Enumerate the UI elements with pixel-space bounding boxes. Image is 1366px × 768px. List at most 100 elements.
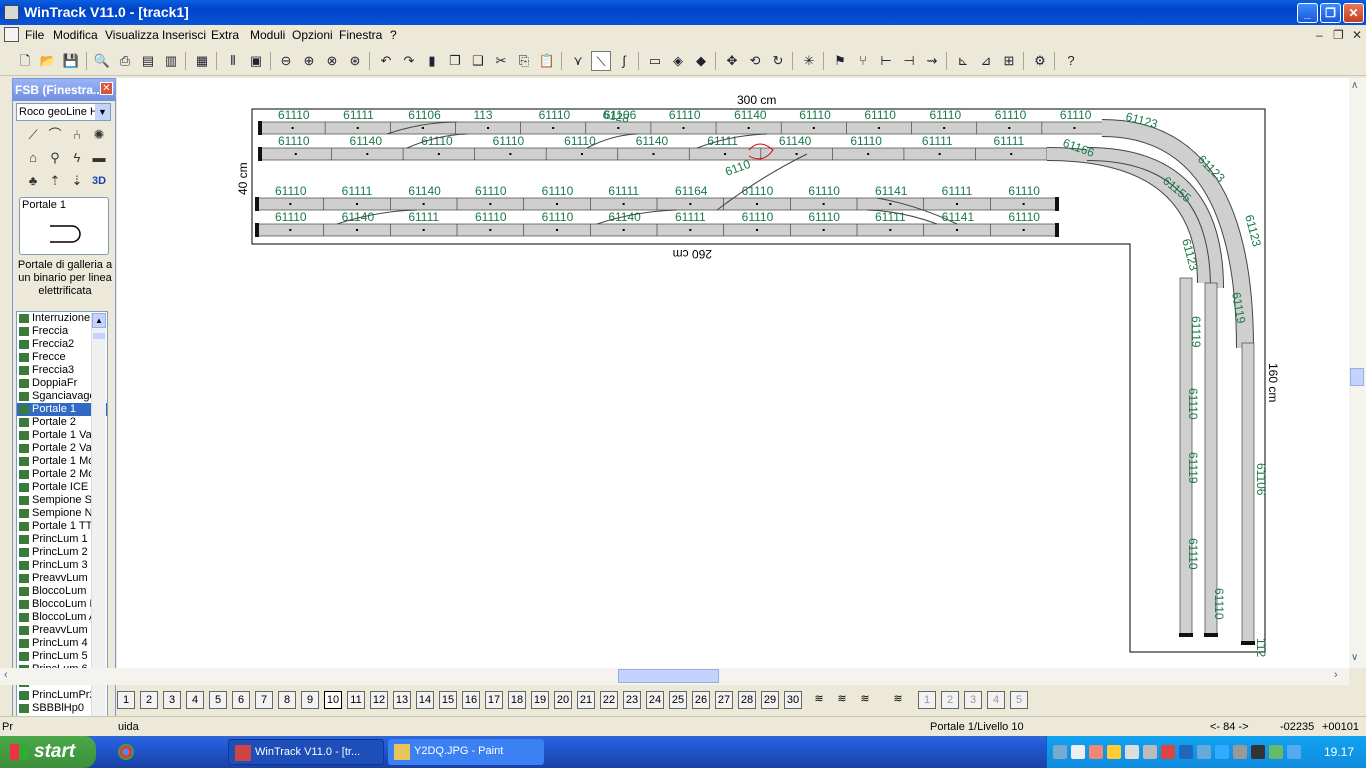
tree-icon[interactable]: ♣ [23,171,43,191]
level-button[interactable]: 12 [370,691,388,709]
layout-canvas[interactable]: 61110 61111 61106 113 61110 61106 61110 61140 61… [117,78,1350,669]
level-button[interactable]: 18 [508,691,526,709]
branch-icon[interactable]: ⑂ [853,51,873,71]
start-button[interactable]: start [0,736,96,768]
export-icon[interactable]: ▥ [161,51,181,71]
extra-level-button[interactable]: 3 [964,691,982,709]
chrome-icon[interactable] [118,744,134,760]
document-icon[interactable] [4,27,19,42]
move-icon[interactable]: ✥ [722,51,742,71]
parts-list-icon[interactable]: ▮ [422,51,442,71]
level-button[interactable]: 19 [531,691,549,709]
zoom-out-icon[interactable]: ⊖ [276,51,296,71]
turnout-icon[interactable]: ⑃ [67,125,87,145]
scroll-thumb[interactable] [93,333,105,339]
mdi-minimize-button[interactable]: – [1316,28,1323,42]
ruler-icon[interactable]: ⊿ [976,51,996,71]
paste-icon[interactable]: 📋 [537,51,557,71]
vertical-track[interactable] [1241,342,1255,645]
turntable-icon[interactable]: ✺ [89,125,109,145]
copy-icon[interactable]: ⎘ [514,51,534,71]
vehicle-icon[interactable]: ▬ [89,148,109,168]
zoom-in-icon[interactable]: ⊕ [299,51,319,71]
level-button[interactable]: 7 [255,691,273,709]
signal-icon[interactable]: ⚑ [830,51,850,71]
redo-icon[interactable]: ↷ [399,51,419,71]
tray-icon[interactable] [1089,745,1103,759]
network-icon[interactable] [1269,745,1283,759]
new-icon[interactable]: 🗋 [15,51,35,71]
measure-icon[interactable]: ⊾ [953,51,973,71]
layer-stack-icon[interactable]: ≋ [810,691,828,709]
zoom-fit-icon[interactable]: ⊛ [345,51,365,71]
menu-opzioni[interactable]: Opzioni [292,28,333,42]
undo-icon[interactable]: ↶ [376,51,396,71]
curve-icon[interactable]: ⟍ [591,51,611,71]
level-button[interactable]: 9 [301,691,319,709]
tray-icon[interactable] [1233,745,1247,759]
mdi-close-button[interactable]: ✕ [1352,28,1362,42]
open-icon[interactable]: 📂 [38,51,58,71]
level-button[interactable]: 5 [209,691,227,709]
cut-icon[interactable]: ✂ [491,51,511,71]
landscape-icon[interactable]: ▣ [246,51,266,71]
level-button[interactable]: 27 [715,691,733,709]
catenary-icon[interactable]: ϟ [67,148,87,168]
bluetooth-icon[interactable] [1179,745,1193,759]
app-icon[interactable] [4,5,19,20]
level-button[interactable]: 22 [600,691,618,709]
switch-icon[interactable]: ⋎ [568,51,588,71]
tray-icon[interactable] [1071,745,1085,759]
print-setup-icon[interactable]: ▤ [138,51,158,71]
vertical-scroll-thumb[interactable] [1350,368,1364,386]
red-double-icon[interactable]: ◆ [691,51,711,71]
level-button[interactable]: 16 [462,691,480,709]
split-icon[interactable]: ⊣ [899,51,919,71]
layer-red-icon[interactable]: ≋ [833,691,851,709]
settings-icon[interactable]: ⚙ [1030,51,1050,71]
red-rail-icon[interactable]: ◈ [668,51,688,71]
task-wintrack[interactable]: WinTrack V11.0 - [tr... [228,739,384,765]
light-icon[interactable]: ✳ [799,51,819,71]
tray-icon[interactable] [1053,745,1067,759]
layer-gray-icon[interactable]: ≋ [856,691,874,709]
level-button[interactable]: 25 [669,691,687,709]
print-preview-icon[interactable]: 🔍 [92,51,112,71]
scroll-left-icon[interactable]: ‹ [4,669,8,681]
join-icon[interactable]: ⊢ [876,51,896,71]
scroll-down-icon[interactable]: ∨ [1351,652,1358,663]
vertical-track[interactable] [1204,282,1218,637]
3d-view-icon[interactable]: 3D [89,171,109,191]
layer-blue-icon[interactable]: ≋ [889,691,907,709]
menu-inserisci[interactable]: Inserisci [162,28,206,42]
tray-icon[interactable] [1197,745,1211,759]
level-button[interactable]: 4 [186,691,204,709]
level-button[interactable]: 21 [577,691,595,709]
panel-close-button[interactable]: ✕ [100,82,113,95]
level-button[interactable]: 26 [692,691,710,709]
rotate-icon[interactable]: ⟲ [745,51,765,71]
level-button[interactable]: 14 [416,691,434,709]
task-paint[interactable]: Y2DQ.JPG - Paint [388,739,544,765]
menu-finestra[interactable]: Finestra [339,28,382,42]
tray-icon[interactable] [1161,745,1175,759]
level-button[interactable]: 8 [278,691,296,709]
maximize-button[interactable]: ❐ [1320,3,1341,23]
help-icon[interactable]: ? [1061,51,1081,71]
flex-icon[interactable]: ∫ [614,51,634,71]
rail-icon[interactable]: ▭ [645,51,665,71]
scroll-up-icon[interactable]: ▲ [92,313,106,328]
track-plan[interactable]: 61110 61111 61106 113 61110 61106 61110 61140 61… [117,78,1350,669]
zoom-window-icon[interactable]: ⊗ [322,51,342,71]
horizontal-scroll-thumb[interactable] [618,669,719,683]
minimize-button[interactable]: _ [1297,3,1318,23]
extra-level-button[interactable]: 4 [987,691,1005,709]
rotate-180-icon[interactable]: ↻ [768,51,788,71]
layers-icon[interactable]: ⫴ [223,51,243,71]
mdi-restore-button[interactable]: ❐ [1333,28,1344,42]
extra-level-button[interactable]: 2 [941,691,959,709]
chevron-down-icon[interactable]: ▼ [95,104,110,120]
horizontal-scrollbar[interactable]: ‹ › [0,668,1349,685]
signal-tool-icon[interactable]: ⚲ [45,148,65,168]
level-button[interactable]: 6 [232,691,250,709]
